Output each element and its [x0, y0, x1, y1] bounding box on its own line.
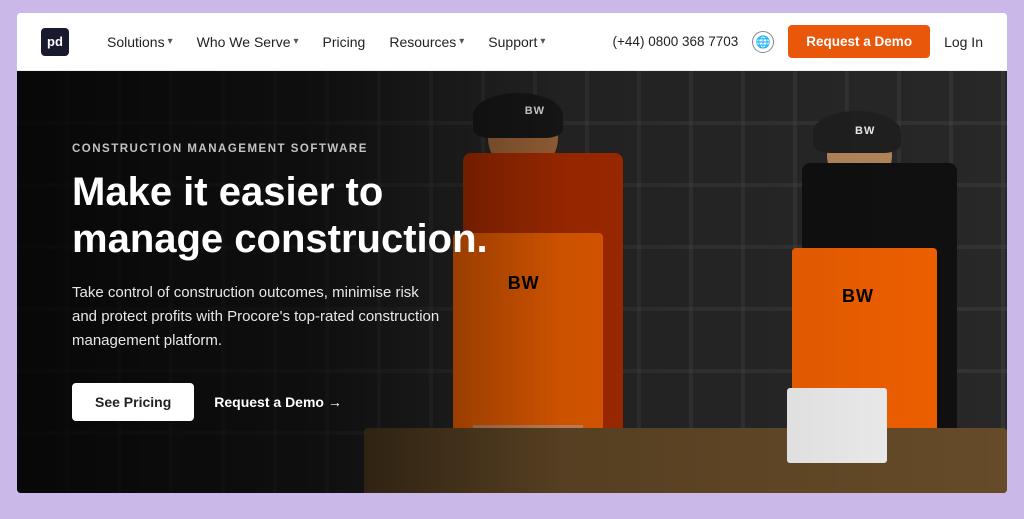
login-button[interactable]: Log In	[944, 34, 983, 50]
globe-icon[interactable]: 🌐	[752, 31, 774, 53]
nav-item-solutions[interactable]: Solutions ▾	[97, 28, 183, 56]
navbar: pd Solutions ▾ Who We Serve ▾ Pricing Re…	[17, 13, 1007, 71]
nav-item-support[interactable]: Support ▾	[478, 28, 555, 56]
chevron-down-icon: ▾	[540, 36, 545, 47]
chevron-down-icon: ▾	[168, 36, 173, 47]
hero-description: Take control of construction outcomes, m…	[72, 281, 442, 353]
main-container: pd Solutions ▾ Who We Serve ▾ Pricing Re…	[17, 13, 1007, 493]
hero-title: Make it easier to manage construction.	[72, 169, 512, 263]
chevron-down-icon: ▾	[294, 36, 299, 47]
request-demo-button[interactable]: Request a Demo	[788, 25, 930, 58]
hero-label: Construction Management Software	[72, 143, 512, 155]
logo-text: pd	[47, 34, 63, 49]
logo[interactable]: pd	[41, 28, 69, 56]
nav-item-resources[interactable]: Resources ▾	[379, 28, 474, 56]
chevron-down-icon: ▾	[459, 36, 464, 47]
nav-item-pricing[interactable]: Pricing	[313, 28, 376, 56]
phone-number: (+44) 0800 368 7703	[613, 34, 739, 49]
nav-links: Solutions ▾ Who We Serve ▾ Pricing Resou…	[97, 28, 613, 56]
see-pricing-button[interactable]: See Pricing	[72, 383, 194, 421]
hero-content: Construction Management Software Make it…	[17, 71, 562, 493]
request-demo-hero-button[interactable]: Request a Demo →	[214, 394, 342, 410]
hero-section: BW BW BW BW	[17, 71, 1007, 493]
logo-box: pd	[41, 28, 69, 56]
nav-item-who-we-serve[interactable]: Who We Serve ▾	[187, 28, 309, 56]
nav-right: (+44) 0800 368 7703 🌐 Request a Demo Log…	[613, 25, 983, 58]
hero-buttons: See Pricing Request a Demo →	[72, 383, 512, 421]
